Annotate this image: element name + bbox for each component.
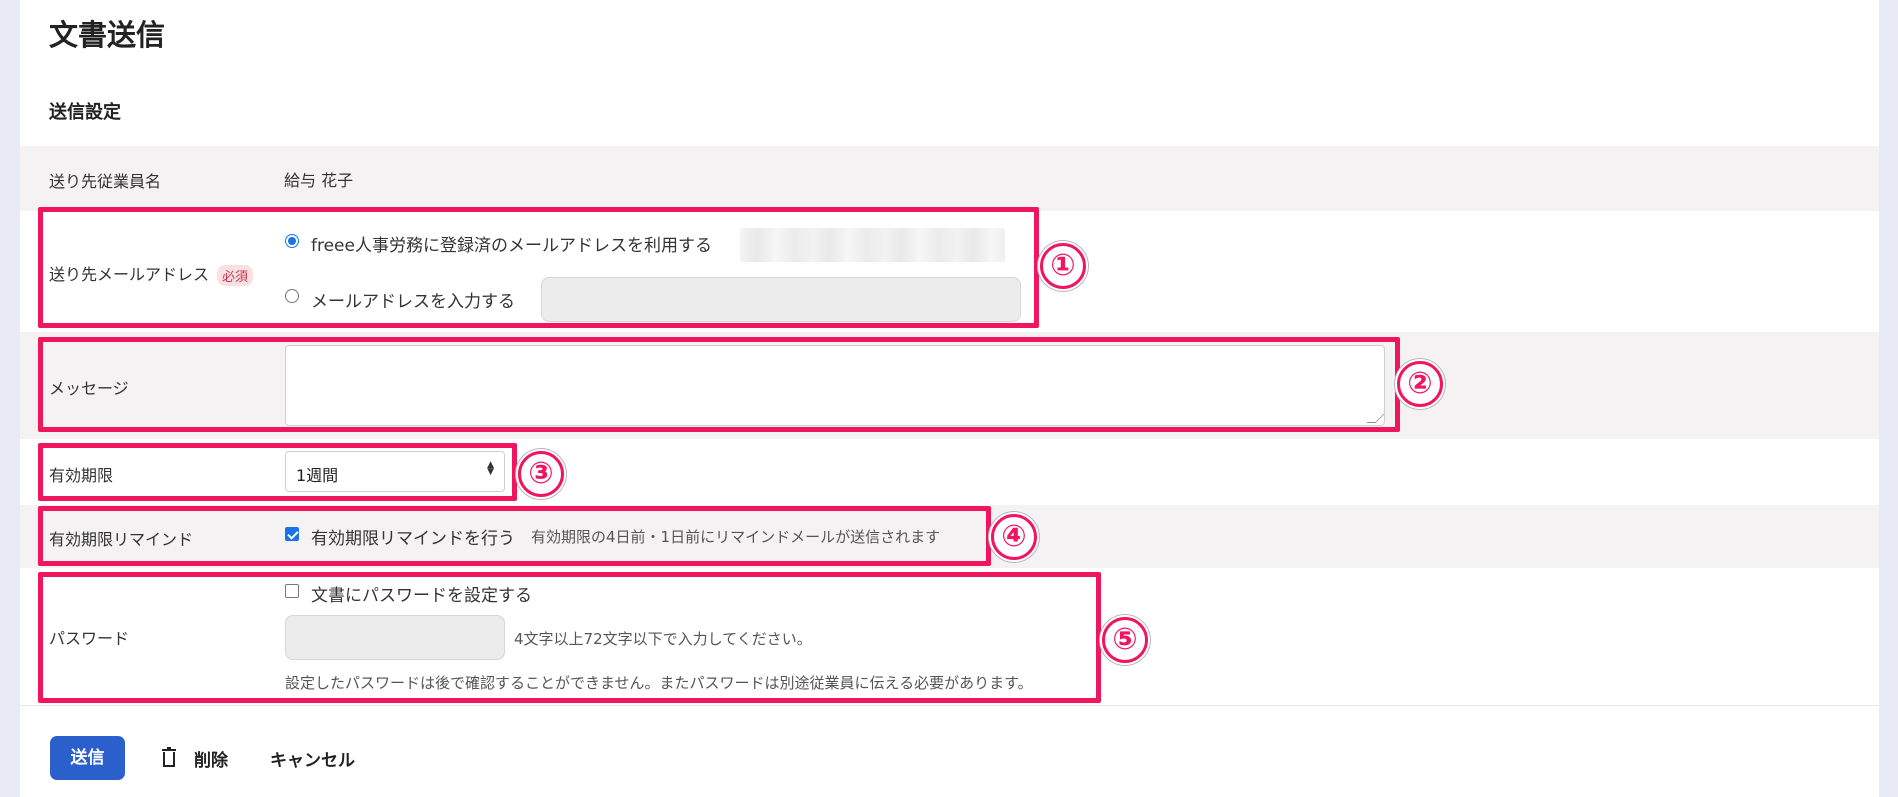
- highlight-box-email: [38, 207, 1039, 328]
- highlight-box-expiry: [38, 443, 517, 501]
- page-title: 文書送信: [49, 18, 166, 52]
- employee-label: 送り先従業員名: [49, 172, 162, 191]
- annotation-number-3: ③: [518, 451, 564, 497]
- annotation-number-5: ⑤: [1102, 617, 1148, 663]
- highlight-box-message: [38, 337, 1400, 432]
- employee-name: 給与 花子: [284, 171, 354, 190]
- section-title: 送信設定: [49, 102, 121, 123]
- annotation-number-4: ④: [991, 514, 1037, 560]
- highlight-box-remind: [38, 506, 991, 566]
- footer-divider: [20, 705, 1879, 706]
- annotation-number-1: ①: [1040, 243, 1086, 289]
- annotation-number-2: ②: [1397, 361, 1443, 407]
- send-button[interactable]: 送信: [50, 736, 125, 780]
- employee-row: 送り先従業員名 給与 花子: [20, 146, 1879, 211]
- delete-button[interactable]: 削除: [194, 746, 228, 771]
- cancel-button[interactable]: キャンセル: [270, 746, 355, 771]
- trash-icon[interactable]: [161, 747, 177, 767]
- highlight-box-password: [38, 572, 1101, 703]
